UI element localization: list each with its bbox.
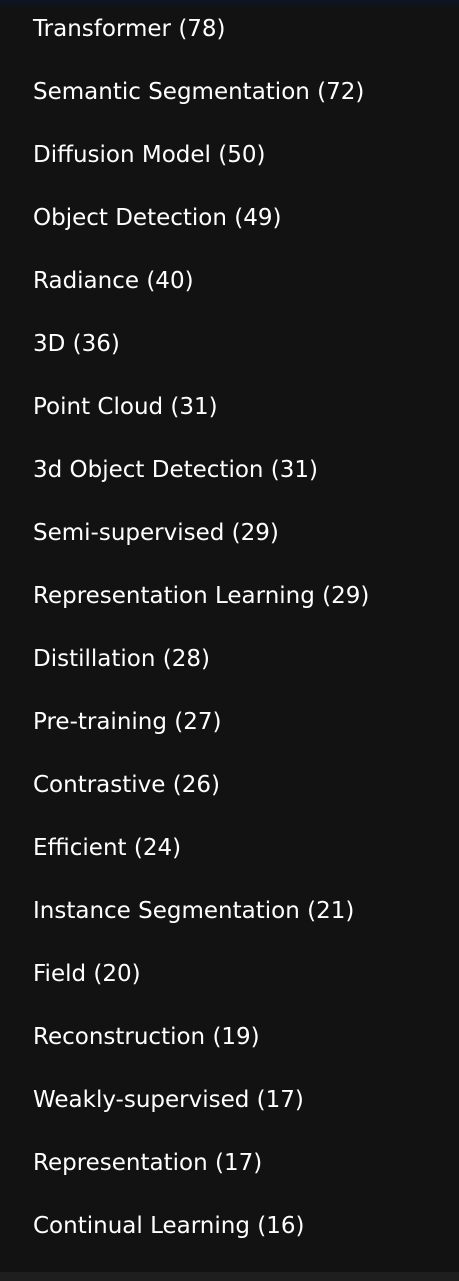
tag-item-efficient[interactable]: Efficient (24) bbox=[0, 819, 459, 882]
tag-item-distillation[interactable]: Distillation (28) bbox=[0, 630, 459, 693]
tag-list: Transformer (78) Semantic Segmentation (… bbox=[0, 0, 459, 1260]
tag-item-representation[interactable]: Representation (17) bbox=[0, 1134, 459, 1197]
tag-dropdown-menu: Transformer (78) Semantic Segmentation (… bbox=[0, 0, 459, 1281]
tag-item-reconstruction[interactable]: Reconstruction (19) bbox=[0, 1008, 459, 1071]
tag-item-semi-supervised[interactable]: Semi-supervised (29) bbox=[0, 504, 459, 567]
tag-item-semantic-segmentation[interactable]: Semantic Segmentation (72) bbox=[0, 63, 459, 126]
tag-item-3d[interactable]: 3D (36) bbox=[0, 315, 459, 378]
tag-item-transformer[interactable]: Transformer (78) bbox=[0, 0, 459, 63]
tag-item-radiance[interactable]: Radiance (40) bbox=[0, 252, 459, 315]
tag-item-diffusion-model[interactable]: Diffusion Model (50) bbox=[0, 126, 459, 189]
tag-item-field[interactable]: Field (20) bbox=[0, 945, 459, 1008]
tag-item-contrastive[interactable]: Contrastive (26) bbox=[0, 756, 459, 819]
tag-item-continual-learning[interactable]: Continual Learning (16) bbox=[0, 1197, 459, 1260]
tag-item-pre-training[interactable]: Pre-training (27) bbox=[0, 693, 459, 756]
tag-item-point-cloud[interactable]: Point Cloud (31) bbox=[0, 378, 459, 441]
tag-item-representation-learning[interactable]: Representation Learning (29) bbox=[0, 567, 459, 630]
tag-item-object-detection[interactable]: Object Detection (49) bbox=[0, 189, 459, 252]
tag-item-weakly-supervised[interactable]: Weakly-supervised (17) bbox=[0, 1071, 459, 1134]
tag-item-3d-object-detection[interactable]: 3d Object Detection (31) bbox=[0, 441, 459, 504]
tag-item-instance-segmentation[interactable]: Instance Segmentation (21) bbox=[0, 882, 459, 945]
menu-bottom-edge bbox=[0, 1272, 459, 1281]
